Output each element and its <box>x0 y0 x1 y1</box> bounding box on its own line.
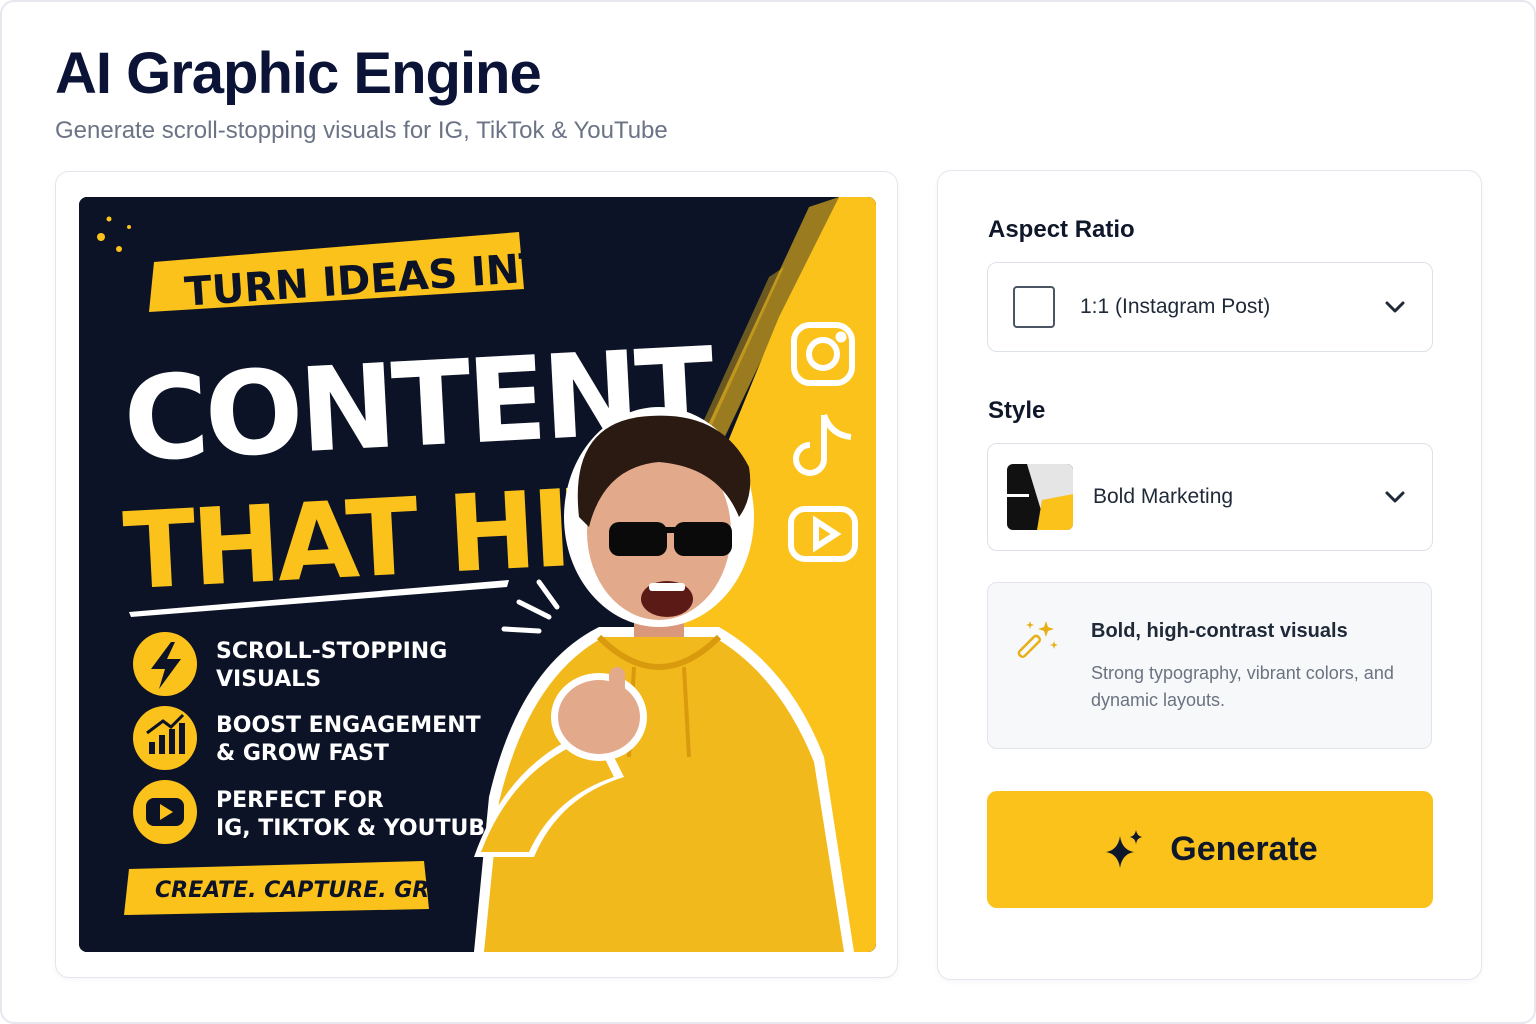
preview-panel: TURN IDEAS INTO CONTENT THAT HITS SCROLL… <box>55 171 898 978</box>
style-select[interactable]: Bold Marketing <box>987 443 1433 551</box>
feature-3-line1: PERFECT FOR <box>216 788 384 813</box>
feature-2-line2: & GROW FAST <box>216 741 389 766</box>
magic-wand-icon <box>1017 621 1058 659</box>
feature-3-line2: IG, TIKTOK & YOUTUBE <box>216 816 500 841</box>
aspect-ratio-select[interactable]: 1:1 (Instagram Post) <box>987 262 1433 352</box>
style-info-description: Strong typography, vibrant colors, and d… <box>1091 663 1394 710</box>
aspect-ratio-value: 1:1 (Instagram Post) <box>1080 295 1271 318</box>
chevron-down-icon <box>1385 491 1405 503</box>
generate-button-label: Generate <box>1170 830 1318 868</box>
sparkle-icon <box>1106 829 1143 868</box>
tagline: CREATE. CAPTURE. GROW. <box>155 878 479 903</box>
style-description-box: Bold, high-contrast visuals Strong typog… <box>987 582 1432 749</box>
style-value: Bold Marketing <box>1093 485 1234 508</box>
controls-panel: Aspect Ratio 1:1 (Instagram Post) Style … <box>937 170 1482 980</box>
chevron-down-icon <box>1385 301 1405 313</box>
aspect-ratio-label: Aspect Ratio <box>988 216 1135 243</box>
feature-1-line2: VISUALS <box>216 667 321 692</box>
style-label: Style <box>988 397 1046 424</box>
feature-1-line1: SCROLL-STOPPING <box>216 639 447 664</box>
feature-2-line1: BOOST ENGAGEMENT <box>216 713 481 738</box>
page-title: AI Graphic Engine <box>55 41 542 106</box>
square-ratio-icon <box>1013 286 1055 328</box>
play-icon <box>146 798 184 826</box>
generate-button[interactable]: Generate <box>987 791 1433 908</box>
style-thumbnail <box>1007 464 1073 530</box>
style-info-title: Bold, high-contrast visuals <box>1091 620 1348 642</box>
page-subtitle: Generate scroll-stopping visuals for IG,… <box>55 117 668 144</box>
generated-graphic-preview: TURN IDEAS INTO CONTENT THAT HITS SCROLL… <box>79 197 876 952</box>
